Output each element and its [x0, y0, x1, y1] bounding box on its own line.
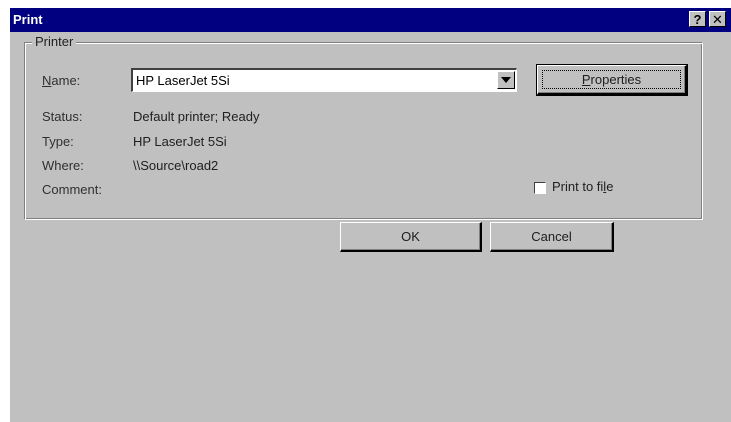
close-button[interactable]: ✕	[709, 11, 726, 27]
print-to-file-label-prefix: Print to fi	[552, 179, 604, 194]
name-label: Name:	[42, 73, 80, 88]
combobox-dropdown-button[interactable]	[497, 71, 515, 89]
where-value: \\Source\road2	[133, 158, 219, 173]
properties-button-label: Properties	[582, 72, 641, 87]
properties-label-rest: roperties	[590, 72, 642, 87]
printer-name-combobox[interactable]: HP LaserJet 5Si	[131, 68, 517, 92]
properties-access-key: P	[581, 72, 591, 87]
ok-button[interactable]: OK	[340, 222, 482, 252]
print-to-file-label[interactable]: Print to file	[552, 179, 613, 194]
status-label: Status:	[42, 109, 83, 124]
close-icon: ✕	[712, 11, 723, 27]
name-label-access-key: N	[42, 73, 52, 88]
printer-name-value: HP LaserJet 5Si	[136, 73, 230, 88]
type-value: HP LaserJet 5Si	[133, 134, 227, 149]
status-value: Default printer; Ready	[133, 109, 260, 124]
print-to-file-label-rest: e	[606, 179, 614, 194]
where-label: Where:	[42, 158, 84, 173]
question-icon: ?	[693, 11, 702, 27]
window-title: Print	[13, 12, 43, 27]
properties-button[interactable]: Properties	[536, 64, 688, 96]
help-button[interactable]: ?	[689, 11, 706, 27]
print-to-file-checkbox[interactable]	[534, 182, 546, 194]
title-bar[interactable]: Print ? ✕	[10, 8, 731, 32]
printer-group-legend: Printer	[32, 34, 77, 49]
name-label-rest: ame:	[51, 73, 81, 88]
cancel-button[interactable]: Cancel	[490, 222, 614, 252]
comment-label: Comment:	[42, 182, 102, 197]
chevron-down-icon	[501, 77, 511, 83]
type-label: Type:	[42, 134, 74, 149]
